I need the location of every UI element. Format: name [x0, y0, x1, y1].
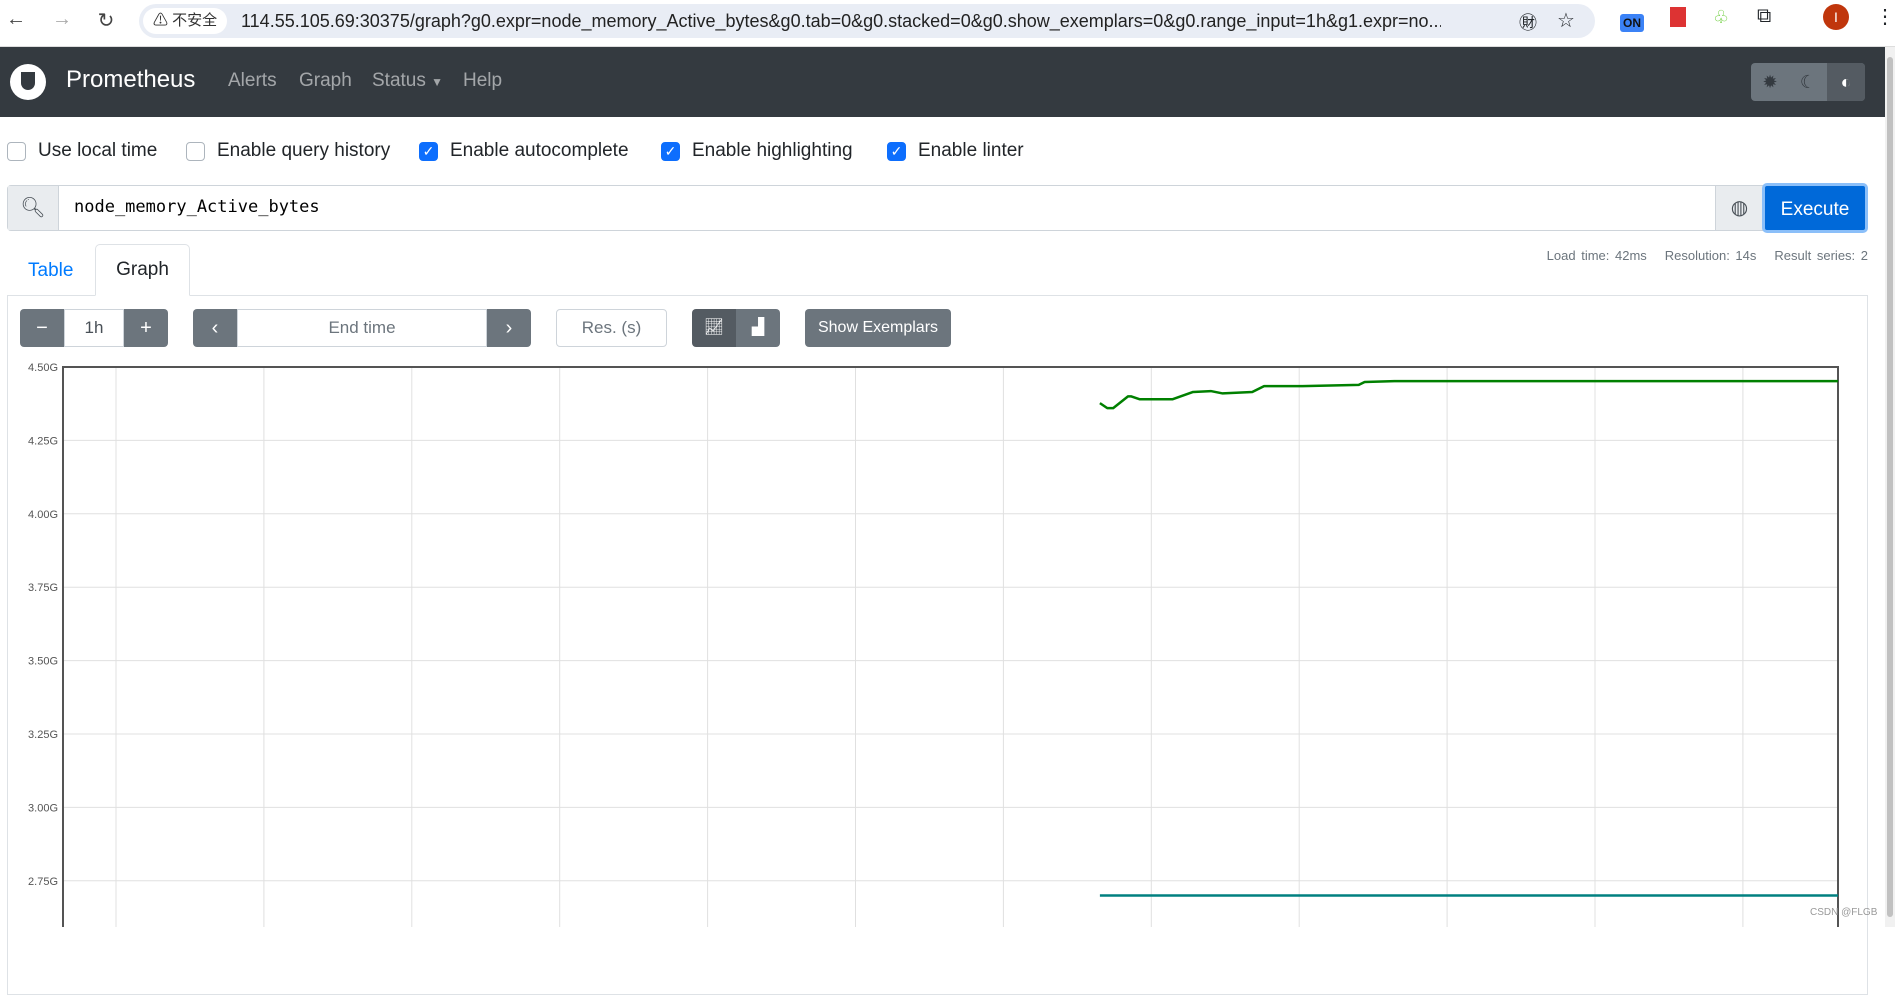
y-tick-label: 3.50G [28, 656, 58, 668]
y-tick-label: 4.25G [28, 435, 58, 447]
scrollbar-thumb[interactable] [1887, 57, 1893, 917]
y-tick-label: 3.00G [28, 802, 58, 814]
y-tick-label: 3.75G [28, 582, 58, 594]
y-tick-label: 4.50G [28, 362, 58, 374]
y-tick-label: 3.25G [28, 729, 58, 741]
series-line [1099, 379, 1838, 410]
y-tick-label: 4.00G [28, 509, 58, 521]
page-scrollbar[interactable] [1885, 47, 1895, 927]
tab-graph[interactable]: Graph [95, 244, 190, 296]
watermark: CSDN @FLGB [1810, 907, 1878, 918]
y-tick-label: 2.75G [28, 876, 58, 888]
plot-border [62, 366, 1839, 927]
graph-chart: 4.50G 4.25G 4.00G 3.75G 3.50G 3.25G 3.00G 2.75G [28, 362, 1839, 927]
